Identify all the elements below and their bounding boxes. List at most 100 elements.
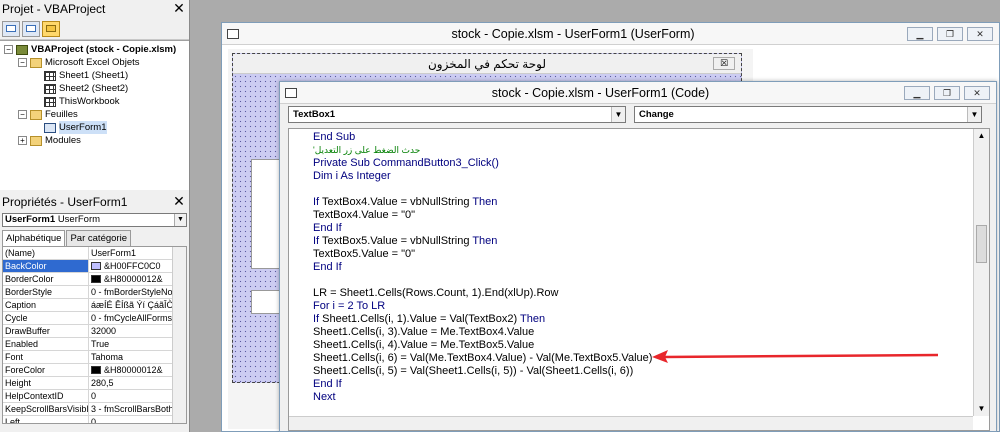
tab-alphabetique[interactable]: Alphabétique (2, 230, 66, 246)
procedure-dropdown[interactable]: Change ▼ (634, 106, 982, 123)
collapse-icon[interactable]: − (4, 45, 13, 54)
properties-scrollbar[interactable] (172, 247, 186, 423)
property-value-text: True (91, 339, 110, 349)
properties-panel-title: Propriétés - UserForm1 (2, 195, 128, 209)
designer-window-title: stock - Copie.xlsm - UserForm1 (UserForm… (451, 26, 695, 41)
tree-item[interactable]: Sheet1 (Sheet1) (0, 69, 189, 82)
minimize-button[interactable]: ▁ (907, 26, 933, 41)
tab-par-categorie[interactable]: Par catégorie (66, 230, 131, 246)
property-name: ForeColor (3, 364, 89, 376)
property-row[interactable]: Cycle 0 - fmCycleAllForms (3, 312, 186, 325)
sheet-icon (44, 70, 56, 81)
tree-item-label: Sheet1 (Sheet1) (59, 70, 129, 81)
form-icon (26, 25, 36, 32)
property-row[interactable]: HelpContextID 0 (3, 390, 186, 403)
tree-item-label: UserForm1 (59, 121, 107, 134)
procedure-dropdown-value: Change (639, 109, 674, 120)
code-horizontal-scrollbar[interactable] (289, 416, 973, 430)
property-row[interactable]: BorderColor &H80000012& (3, 273, 186, 286)
tree-item[interactable]: − Microsoft Excel Objets (0, 56, 189, 69)
properties-grid: (Name) UserForm1 BackColor &H00FFC0C0 Border… (2, 246, 187, 424)
window-icon[interactable] (227, 28, 239, 39)
property-name: KeepScrollBarsVisible (5, 403, 89, 415)
property-value-text: 3 - fmScrollBarsBoth (91, 404, 174, 414)
chevron-down-icon[interactable]: ▼ (967, 107, 981, 122)
code-line: For i = 2 To LR (313, 300, 386, 312)
code-line: End If (313, 261, 342, 273)
code-line: LR = Sheet1.Cells(Rows.Count, 1).End(xlU… (313, 287, 559, 299)
property-row[interactable]: BorderStyle 0 - fmBorderStyleNo (3, 286, 186, 299)
object-dropdown-value: TextBox1 (293, 109, 336, 120)
sheet-icon (44, 83, 56, 94)
property-row[interactable]: Caption áæÍÉ ÊÍßã Ýí ÇáãÎÒ (3, 299, 186, 312)
code-line: Private Sub CommandButton3_Click() (313, 157, 499, 169)
userform-caption-bar: لوحة تحكم في المخزون ☒ (233, 54, 741, 74)
property-name: BorderColor (3, 273, 89, 285)
view-code-button[interactable] (2, 20, 20, 37)
code-line: If TextBox5.Value = vbNullString Then (313, 235, 498, 247)
property-row[interactable]: BackColor &H00FFC0C0 (3, 260, 186, 273)
project-panel-title-bar: Projet - VBAProject ✕ (0, 0, 189, 18)
restore-button[interactable]: ❐ (934, 85, 960, 100)
code-line: TextBox4.Value = "0" (313, 209, 416, 221)
project-tree: − VBAProject (stock - Copie.xlsm) − Microso… (0, 40, 189, 190)
code-editor[interactable]: End Sub 'حدث الضغط على زر التعديل Private … (288, 128, 990, 431)
property-row[interactable]: DrawBuffer 32000 (3, 325, 186, 338)
code-window-title: stock - Copie.xlsm - UserForm1 (Code) (491, 85, 710, 100)
code-icon (6, 25, 16, 32)
object-selector[interactable]: UserForm1 UserForm ▼ (2, 213, 187, 227)
chevron-down-icon[interactable]: ▼ (174, 214, 186, 226)
tree-item-label: Microsoft Excel Objets (45, 57, 140, 68)
scroll-thumb[interactable] (976, 225, 987, 263)
chevron-down-icon[interactable]: ▼ (611, 107, 625, 122)
code-line: End Sub (313, 131, 356, 143)
property-name: Enabled (3, 338, 89, 350)
code-line: Sheet1.Cells(i, 6) = Val(Me.TextBox4.Val… (313, 352, 653, 364)
property-row[interactable]: KeepScrollBarsVisible 3 - fmScrollBarsBot… (3, 403, 186, 416)
code-line: Sheet1.Cells(i, 3).Value = Me.TextBox4.V… (313, 326, 535, 338)
property-row[interactable]: Enabled True (3, 338, 186, 351)
collapse-icon[interactable]: − (18, 58, 27, 67)
property-row[interactable]: (Name) UserForm1 (3, 247, 186, 260)
property-value-text: 0 - fmCycleAllForms (91, 313, 173, 323)
property-row[interactable]: Height 280,5 (3, 377, 186, 390)
tree-item[interactable]: + Modules (0, 134, 189, 147)
toggle-folders-button[interactable] (42, 20, 60, 37)
collapse-icon[interactable]: − (18, 110, 27, 119)
code-line: Next (313, 391, 336, 403)
restore-button[interactable]: ❐ (937, 26, 963, 41)
folder-icon (30, 135, 42, 146)
tree-item[interactable]: Sheet2 (Sheet2) (0, 82, 189, 95)
close-button[interactable]: ✕ (967, 26, 993, 41)
object-dropdown[interactable]: TextBox1 ▼ (288, 106, 626, 123)
tree-item[interactable]: − Feuilles (0, 108, 189, 121)
property-value-text: 280,5 (91, 378, 114, 388)
scroll-up-icon[interactable]: ▲ (974, 129, 989, 143)
close-icon[interactable]: ✕ (171, 194, 187, 209)
tree-item[interactable]: − VBAProject (stock - Copie.xlsm) (0, 43, 189, 56)
tree-item-label: ThisWorkbook (59, 96, 120, 107)
property-row[interactable]: Font Tahoma (3, 351, 186, 364)
property-row[interactable]: Left 0 (3, 416, 186, 423)
tree-item[interactable]: ThisWorkbook (0, 95, 189, 108)
property-name: Height (3, 377, 89, 389)
property-name: Font (3, 351, 89, 363)
userform-caption: لوحة تحكم في المخزون (427, 57, 547, 71)
scroll-down-icon[interactable]: ▼ (974, 402, 989, 416)
tree-item-label: Modules (45, 135, 81, 146)
code-vertical-scrollbar[interactable]: ▲ ▼ (973, 129, 989, 416)
color-swatch (91, 262, 101, 270)
property-name: BorderStyle (3, 286, 89, 298)
minimize-button[interactable]: ▁ (904, 85, 930, 100)
property-value-text: 32000 (91, 326, 117, 336)
property-row[interactable]: ForeColor &H80000012& (3, 364, 186, 377)
close-icon[interactable]: ✕ (171, 1, 187, 16)
properties-tabs: Alphabétique Par catégorie (0, 230, 189, 246)
expand-icon[interactable]: + (18, 136, 27, 145)
window-icon[interactable] (285, 87, 297, 98)
view-object-button[interactable] (22, 20, 40, 37)
tree-item[interactable]: UserForm1 (0, 121, 189, 134)
close-button[interactable]: ✕ (964, 85, 990, 100)
